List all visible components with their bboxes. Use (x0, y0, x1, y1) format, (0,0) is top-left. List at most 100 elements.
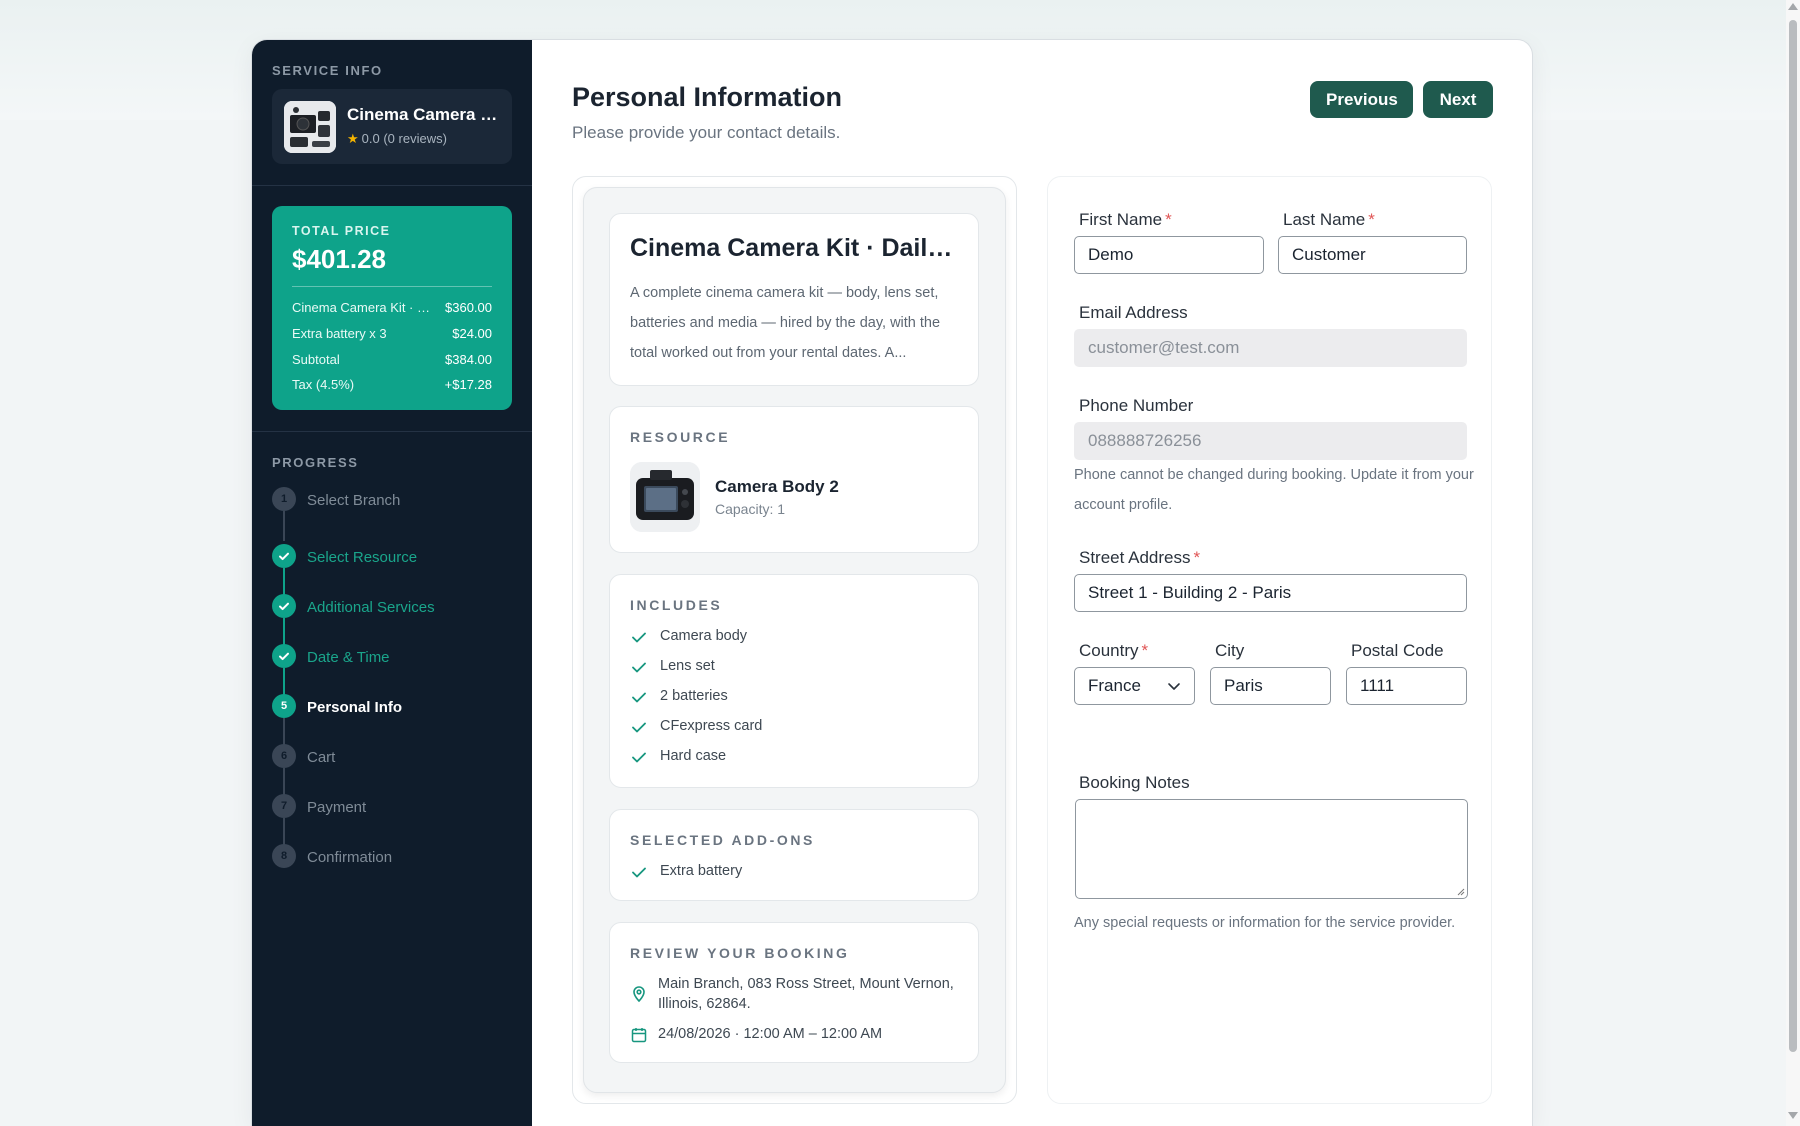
page-subtitle: Please provide your contact details. (572, 123, 841, 142)
progress-step-date-time: Date & Time (272, 644, 512, 698)
calendar-icon (631, 1028, 647, 1043)
previous-button[interactable]: Previous (1310, 81, 1413, 118)
service-name: Cinema Camera Kit · Daily Hire (347, 105, 505, 124)
progress-label: PROGRESS (272, 455, 359, 470)
includes-item-label: CFexpress card (660, 718, 763, 734)
step-label: Additional Services (307, 599, 435, 616)
service-card: Cinema Camera Kit · Daily Hire ★0.0 (0 r… (272, 89, 512, 164)
includes-item-label: 2 batteries (660, 688, 728, 704)
check-icon (632, 662, 646, 673)
phone-help-text: Phone cannot be changed during booking. … (1074, 467, 1474, 513)
progress-step-cart: 6 Cart (272, 744, 512, 798)
price-row-value: +$17.28 (444, 377, 492, 392)
street-label: Street Address * (1079, 548, 1201, 567)
email-field[interactable]: customer@test.com (1074, 329, 1467, 367)
price-row-name: Cinema Camera Kit · Daily Hire (292, 300, 432, 315)
location-pin-icon (633, 986, 645, 1003)
first-name-field[interactable]: Demo (1074, 236, 1264, 274)
addon-item-label: Extra battery (660, 863, 743, 879)
star-icon: ★ (347, 131, 359, 146)
resource-capacity: Capacity: 1 (715, 501, 786, 517)
country-select[interactable]: France (1074, 667, 1195, 705)
rating-text: 0.0 (0 reviews) (361, 131, 447, 146)
price-row: Cinema Camera Kit · Daily Hire $360.00 (292, 300, 492, 320)
last-name-field[interactable]: Customer (1278, 236, 1467, 274)
check-icon (272, 594, 296, 618)
check-icon (632, 752, 646, 763)
total-price-card: TOTAL PRICE $401.28 Cinema Camera Kit · … (272, 206, 512, 410)
resource-thumbnail (630, 462, 700, 532)
review-booking-card: REVIEW YOUR BOOKING Main Branch, 083 Ros… (609, 922, 979, 1063)
phone-label: Phone Number (1079, 396, 1194, 415)
city-label: City (1215, 641, 1245, 660)
check-icon (272, 644, 296, 668)
resource-heading: RESOURCE (630, 429, 731, 445)
country-value: France (1088, 676, 1141, 695)
step-number: 1 (272, 487, 296, 511)
street-address-field[interactable]: Street 1 - Building 2 - Paris (1074, 574, 1467, 612)
check-icon (632, 632, 646, 643)
price-row-value: $360.00 (445, 300, 492, 315)
last-name-label: Last Name * (1283, 210, 1375, 229)
review-heading: REVIEW YOUR BOOKING (630, 945, 850, 961)
total-price-label: TOTAL PRICE (292, 224, 391, 238)
step-label: Select Resource (307, 549, 418, 566)
service-info-label: SERVICE INFO (272, 63, 383, 78)
check-icon (272, 544, 296, 568)
booking-summary-inner: Cinema Camera Kit · Daily Hire A complet… (583, 187, 1006, 1093)
postal-code-field[interactable]: 1111 (1346, 667, 1467, 705)
step-label: Confirmation (307, 849, 393, 866)
step-number: 7 (272, 794, 296, 818)
scroll-up-icon[interactable] (1788, 3, 1798, 10)
personal-info-form: First Name * Demo Last Name * Customer Ema… (1047, 176, 1492, 1104)
location-text: Main Branch, 083 Ross Street, Mount Vern… (658, 976, 954, 1012)
city-field[interactable]: Paris (1210, 667, 1331, 705)
postal-code-label: Postal Code (1351, 641, 1444, 660)
includes-item-label: Hard case (660, 748, 727, 764)
step-number: 6 (272, 744, 296, 768)
service-summary-card: Cinema Camera Kit · Daily Hire A complet… (609, 213, 979, 386)
progress-step-select-resource: Select Resource (272, 544, 512, 598)
price-row: Subtotal $384.00 (292, 352, 492, 372)
booking-window: SERVICE INFO Cinema Camera Kit · Daily H… (251, 39, 1533, 1126)
resource-card: RESOURCE Camera Body 2 Capacity: 1 (609, 406, 979, 553)
price-row-value: $24.00 (452, 326, 492, 341)
sidebar: SERVICE INFO Cinema Camera Kit · Daily H… (252, 40, 532, 1126)
step-label: Select Branch (307, 492, 401, 509)
price-row: Tax (4.5%) +$17.28 (292, 377, 492, 397)
scroll-down-icon[interactable] (1788, 1112, 1798, 1119)
check-icon (632, 692, 646, 703)
booking-notes-field[interactable] (1075, 799, 1468, 899)
step-number: 5 (272, 694, 296, 718)
includes-card: INCLUDES Camera body Lens set 2 batterie… (609, 574, 979, 788)
datetime-text: 24/08/2026 · 12:00 AM – 12:00 AM (658, 1026, 883, 1042)
chevron-down-icon (1168, 683, 1180, 690)
country-label: Country * (1079, 641, 1149, 660)
page-title: Personal Information (572, 82, 843, 112)
progress-step-select-branch: 1 Select Branch (272, 487, 512, 541)
includes-item-label: Camera body (660, 628, 748, 644)
booking-notes-label: Booking Notes (1079, 773, 1190, 792)
progress-step-confirmation: 8 Confirmation (272, 844, 512, 872)
resource-name: Camera Body 2 (715, 477, 839, 496)
price-row-name: Subtotal (292, 352, 340, 367)
step-connector (283, 511, 285, 541)
service-title: Cinema Camera Kit · Daily Hire (630, 234, 965, 262)
price-row-value: $384.00 (445, 352, 492, 367)
addons-heading: SELECTED ADD-ONS (630, 832, 815, 848)
email-label: Email Address (1079, 303, 1188, 322)
phone-field[interactable]: 088888726256 (1074, 422, 1467, 460)
scrollbar-thumb[interactable] (1789, 20, 1797, 1052)
page-scrollbar[interactable] (1786, 0, 1800, 1126)
price-row-name: Extra battery x 3 (292, 326, 387, 341)
step-number: 8 (272, 844, 296, 868)
next-button[interactable]: Next (1423, 81, 1493, 118)
booking-notes-help: Any special requests or information for … (1074, 915, 1456, 931)
price-row: Extra battery x 3 $24.00 (292, 326, 492, 346)
step-label: Date & Time (307, 649, 390, 666)
progress-step-personal-info: 5 Personal Info (272, 694, 512, 748)
sidebar-divider (252, 185, 532, 186)
step-label: Cart (307, 749, 336, 766)
check-icon (632, 722, 646, 733)
resize-handle-icon[interactable] (1455, 886, 1465, 896)
